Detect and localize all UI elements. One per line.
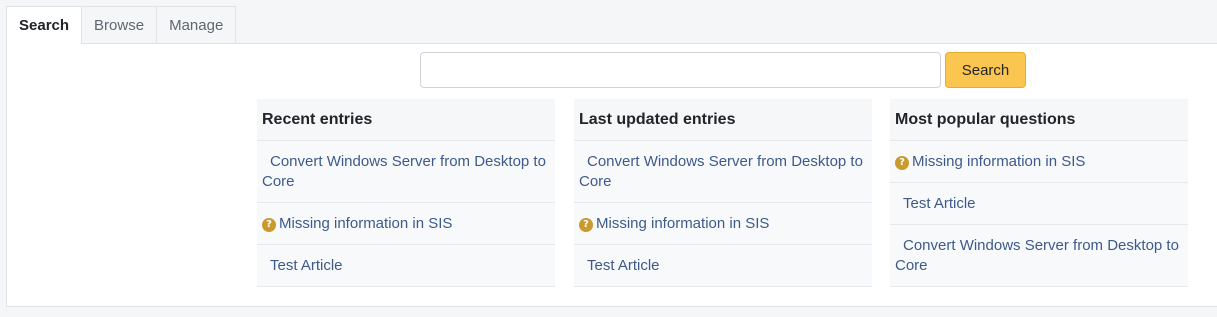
entry-link[interactable]: Missing information in SIS (279, 215, 452, 232)
search-bar: Search (420, 52, 1026, 88)
last-updated-entries-title: Last updated entries (574, 99, 872, 141)
entry-link[interactable]: Test Article (270, 257, 343, 274)
most-popular-questions-panel: Most popular questions ? Missing informat… (890, 99, 1188, 287)
list-item[interactable]: Convert Windows Server from Desktop to C… (574, 141, 872, 203)
list-item[interactable]: Test Article (890, 183, 1188, 225)
most-popular-questions-title: Most popular questions (890, 99, 1188, 141)
entry-link[interactable]: Convert Windows Server from Desktop to C… (579, 153, 863, 190)
tab-bar: Search Browse Manage (6, 6, 237, 44)
list-item[interactable]: Convert Windows Server from Desktop to C… (890, 225, 1188, 287)
entry-link[interactable]: Test Article (587, 257, 660, 274)
list-item[interactable]: Test Article (257, 245, 555, 287)
question-icon: ? (262, 218, 276, 232)
knowledge-base-page: Search Browse Manage Search Recent entri… (0, 0, 1217, 317)
entry-link[interactable]: Missing information in SIS (596, 215, 769, 232)
list-item[interactable]: ? Missing information in SIS (574, 203, 872, 245)
question-icon: ? (895, 156, 909, 170)
entry-link[interactable]: Convert Windows Server from Desktop to C… (262, 153, 546, 190)
recent-entries-title: Recent entries (257, 99, 555, 141)
tab-search[interactable]: Search (6, 6, 83, 44)
recent-entries-panel: Recent entries Convert Windows Server fr… (257, 99, 555, 287)
entry-link[interactable]: Missing information in SIS (912, 153, 1085, 170)
tab-manage[interactable]: Manage (156, 6, 237, 43)
last-updated-entries-panel: Last updated entries Convert Windows Ser… (574, 99, 872, 287)
list-item[interactable]: Convert Windows Server from Desktop to C… (257, 141, 555, 203)
search-button[interactable]: Search (945, 52, 1026, 88)
entry-link[interactable]: Test Article (903, 195, 976, 212)
list-item[interactable]: Test Article (574, 245, 872, 287)
search-panel: Search Recent entries Convert Windows Se… (6, 43, 1217, 307)
question-icon: ? (579, 218, 593, 232)
tab-browse[interactable]: Browse (81, 6, 158, 43)
list-item[interactable]: ? Missing information in SIS (890, 141, 1188, 183)
search-input[interactable] (420, 52, 941, 88)
entry-link[interactable]: Convert Windows Server from Desktop to C… (895, 237, 1179, 274)
list-item[interactable]: ? Missing information in SIS (257, 203, 555, 245)
